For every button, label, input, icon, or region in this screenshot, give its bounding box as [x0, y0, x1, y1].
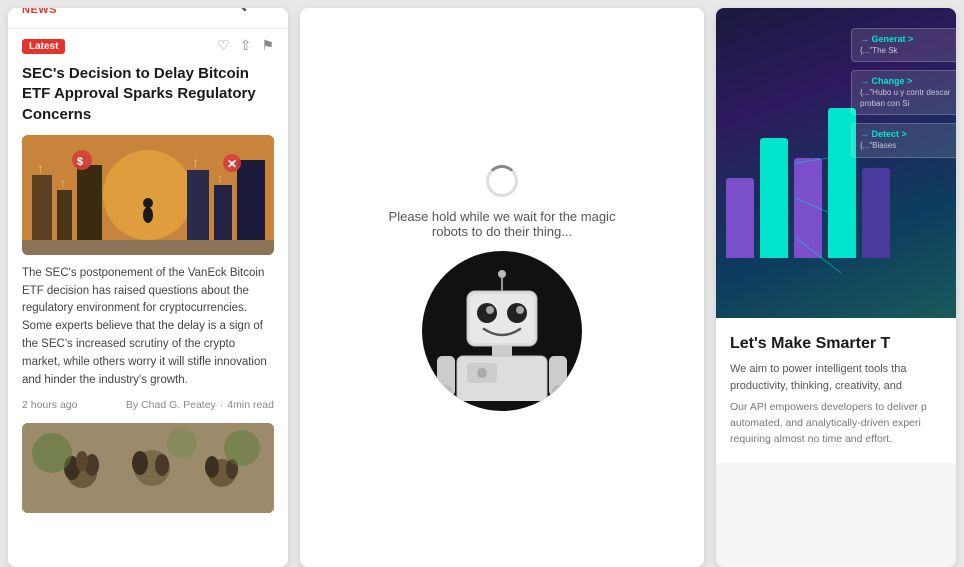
bar-5: [862, 168, 890, 258]
flow-card-generate: → Generat > {..."The Sk: [851, 28, 956, 62]
bar-1: [726, 178, 754, 258]
article-actions: ♡ ⇧ ⚑: [217, 37, 274, 54]
flow-card-change-content: {..."Hubo u y contr descar proban con Si: [860, 88, 952, 109]
bar-3: [794, 158, 822, 258]
share-icon[interactable]: ⇧: [240, 37, 252, 54]
left-panel: BamSEC NEWS ✎ 🔍 ☰ Latest ♡ ⇧ ⚑ SEC's Dec…: [8, 8, 288, 567]
header-row: BamSEC NEWS ✎ 🔍 ☰: [22, 8, 274, 16]
article-read-time: 4min read: [227, 399, 274, 411]
flow-cards: → Generat > {..."The Sk → Change > {..."…: [851, 28, 956, 158]
ai-headline: Let's Make Smarter T: [730, 334, 942, 353]
article-image: ↑ ↑ $ ↑ ↑ ✕: [22, 135, 274, 255]
right-panel: → Generat > {..."The Sk → Change > {..."…: [716, 8, 956, 567]
flow-card-detect-content: {..."Biases: [860, 141, 952, 151]
flow-card-change-label: → Change >: [860, 76, 952, 86]
flow-card-detect: → Detect > {..."Biases: [851, 123, 956, 157]
center-panel: Please hold while we wait for the magicr…: [300, 8, 704, 567]
menu-icon[interactable]: ☰: [260, 8, 274, 13]
article-divider: ·: [220, 399, 224, 411]
svg-text:↑: ↑: [217, 171, 223, 185]
loading-spinner: [486, 165, 518, 197]
article-meta: 2 hours ago By Chad G. Peatey · 4min rea…: [22, 399, 274, 411]
news-wordmark: NEWS: [22, 8, 85, 16]
latest-badge: Latest: [22, 39, 65, 54]
svg-text:$: $: [77, 156, 83, 168]
bookmark-icon[interactable]: ♡: [217, 37, 230, 54]
flow-card-detect-label: → Detect >: [860, 129, 952, 139]
flow-card-change: → Change > {..."Hubo u y contr descar pr…: [851, 70, 956, 115]
loading-text: Please hold while we wait for the magicr…: [389, 209, 616, 239]
right-top-visualization: → Generat > {..."The Sk → Change > {..."…: [716, 8, 956, 318]
article-meta-right: By Chad G. Peatey · 4min read: [126, 399, 274, 411]
bar-2: [760, 138, 788, 258]
news-header: BamSEC NEWS ✎ 🔍 ☰: [8, 8, 288, 29]
news-content: Latest ♡ ⇧ ⚑ SEC's Decision to Delay Bit…: [8, 29, 288, 523]
article-timestamp: 2 hours ago: [22, 399, 77, 411]
flow-card-generate-content: {..."The Sk: [860, 46, 952, 56]
ai-subtext2: Our API empowers developers to deliver p…: [730, 400, 942, 447]
save-icon[interactable]: ⚑: [261, 37, 274, 54]
robot-image: [422, 251, 582, 411]
header-icons: ✎ 🔍 ☰: [202, 8, 274, 13]
article-title: SEC's Decision to Delay Bitcoin ETF Appr…: [22, 64, 274, 125]
article-author: By Chad G. Peatey: [126, 399, 216, 411]
svg-text:↑: ↑: [192, 154, 199, 170]
svg-text:✕: ✕: [227, 157, 237, 171]
svg-text:↑: ↑: [37, 160, 44, 176]
search-icon[interactable]: 🔍: [228, 8, 248, 13]
second-article-image: [22, 423, 274, 513]
svg-text:↑: ↑: [60, 176, 66, 190]
right-bottom: Let's Make Smarter T We aim to power int…: [716, 318, 956, 463]
article-body: The SEC's postponement of the VanEck Bit…: [22, 265, 274, 390]
ai-subtext: We aim to power intelligent tools tha pr…: [730, 361, 942, 394]
bamsec-logo: BamSEC NEWS: [22, 8, 85, 16]
user-icon[interactable]: ✎: [202, 8, 215, 13]
flow-card-generate-label: → Generat >: [860, 34, 952, 44]
